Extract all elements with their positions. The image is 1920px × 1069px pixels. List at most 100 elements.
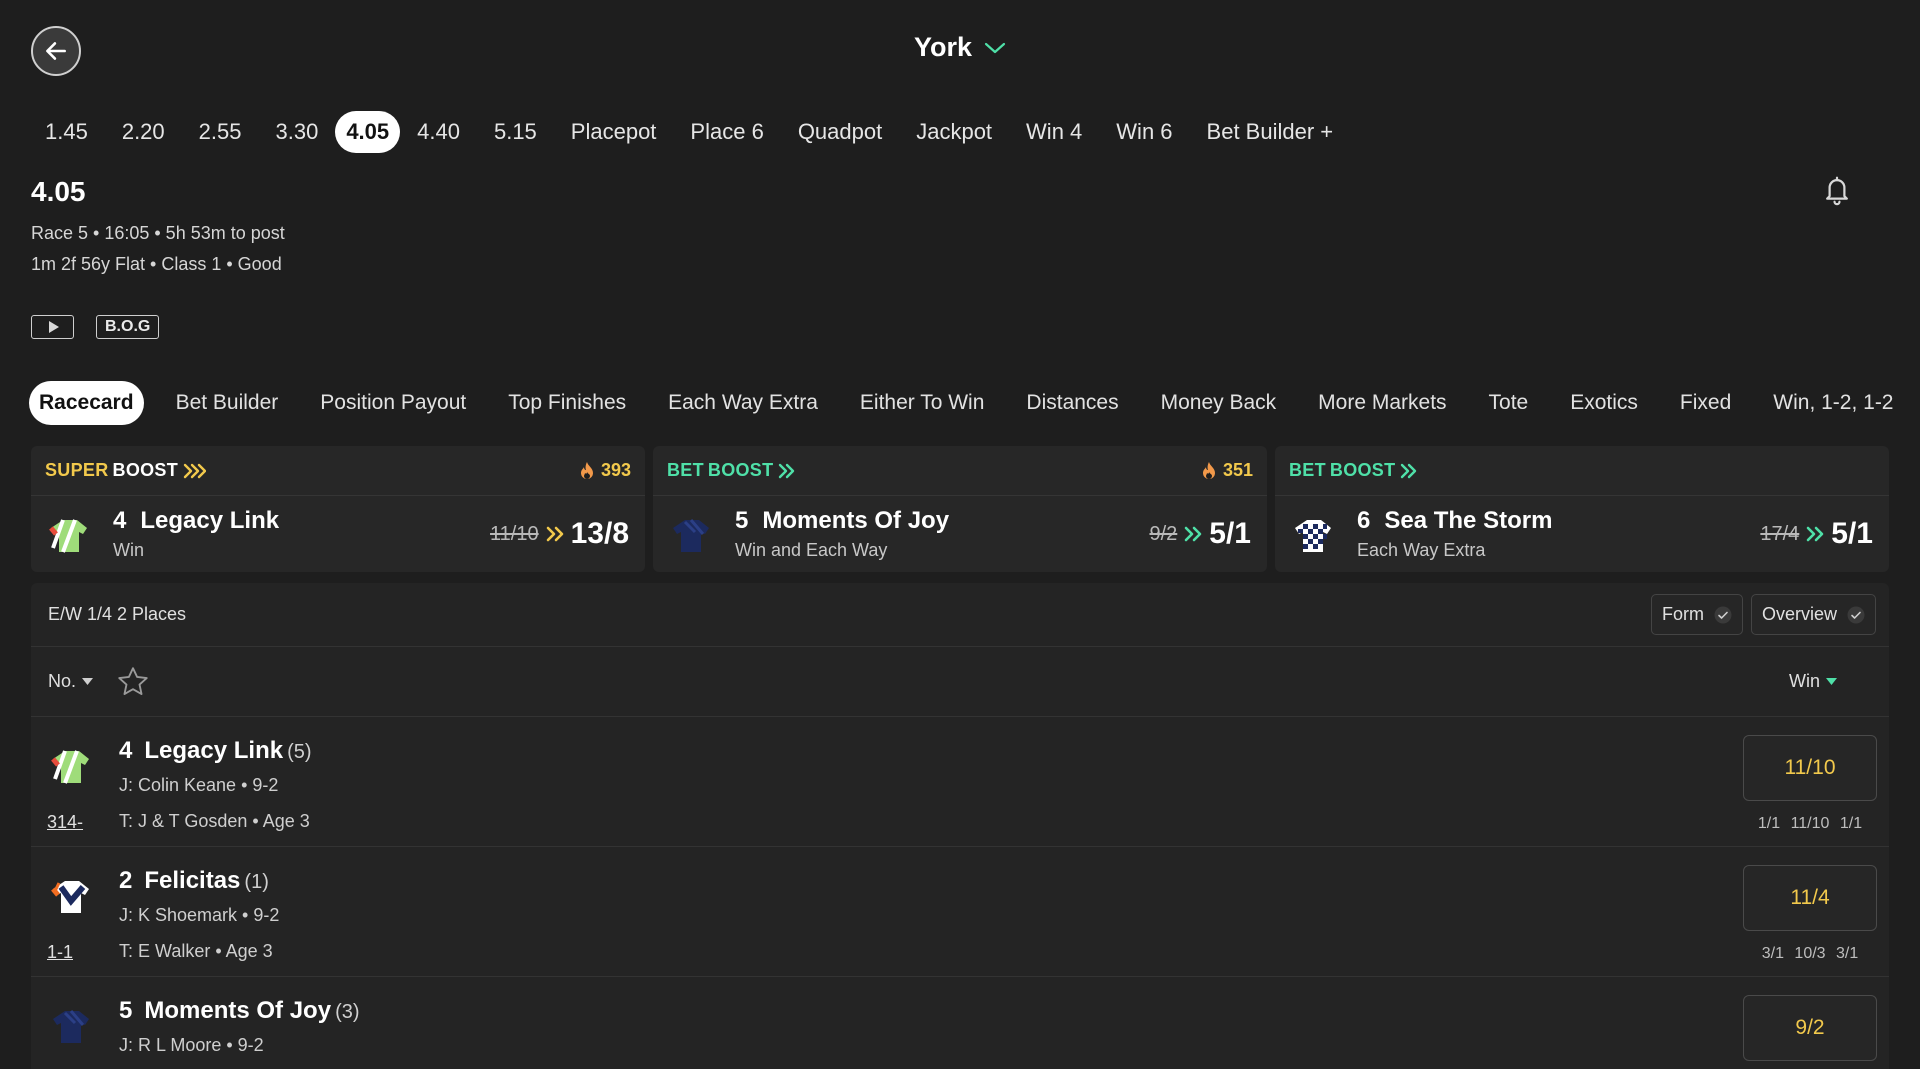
tab-tote[interactable]: Tote [1489, 391, 1529, 415]
tab-win-6[interactable]: Win 6 [1099, 111, 1189, 153]
tab-quadpot[interactable]: Quadpot [781, 111, 899, 153]
boost-label-part1: BET [1289, 460, 1326, 480]
boost-market: Win and Each Way [735, 540, 888, 560]
bell-icon[interactable] [1822, 174, 1852, 211]
venue-dropdown[interactable]: York [0, 32, 1920, 63]
runner-draw: (5) [287, 741, 312, 763]
race-time-tab-active[interactable]: 4.05 [335, 111, 401, 153]
double-chevron-icon [1401, 463, 1417, 478]
caret-down-icon [82, 678, 94, 685]
boost-label: BET BOOST [1289, 460, 1417, 481]
boost-count-value: 351 [1222, 460, 1253, 480]
race-time-tab[interactable]: 3.30 [258, 111, 335, 153]
jockey-silk-icon [1295, 520, 1331, 552]
odds-button[interactable]: 9/2 [1743, 995, 1877, 1061]
tab-top-finishes[interactable]: Top Finishes [508, 391, 626, 415]
sort-label: No. [48, 671, 77, 691]
form-toggle-label: Form [1661, 604, 1704, 624]
boost-old-odds: 17/4 [1760, 522, 1800, 545]
super-boost-card[interactable]: SUPER BOOST 393 4 Legacy Link Win 11/10 [31, 446, 645, 572]
double-chevron-icon [546, 526, 563, 542]
overview-toggle-label: Overview [1761, 604, 1837, 624]
tab-money-back[interactable]: Money Back [1161, 391, 1277, 415]
boost-odds[interactable]: 11/10 13/8 [490, 517, 629, 551]
tab-bet-builder[interactable]: Bet Builder [176, 391, 279, 415]
race-time-tab[interactable]: 5.15 [477, 111, 554, 153]
boost-count: 351 [1201, 460, 1253, 481]
odds-button[interactable]: 11/10 [1743, 735, 1877, 801]
boost-old-odds: 11/10 [490, 522, 539, 545]
boost-runner-name: Legacy Link [140, 507, 280, 534]
bog-badge: B.O.G [96, 315, 160, 339]
runner-draw: (1) [244, 871, 269, 893]
each-way-terms: E/W 1/4 2 Places [48, 604, 187, 624]
race-time-tab[interactable]: 1.45 [28, 111, 105, 153]
boost-label-part2: BOOST [1329, 460, 1396, 480]
boost-label-part2: BOOST [112, 460, 179, 480]
boost-label: SUPER BOOST [45, 460, 207, 481]
jockey-silk-icon [673, 519, 709, 552]
star-icon[interactable] [117, 666, 149, 697]
jockey-silk-icon [49, 519, 87, 553]
runner-trainer: T: E Walker • Age 3 [119, 941, 273, 961]
runner-jockey: J: K Shoemark • 9-2 [119, 905, 280, 925]
form-toggle[interactable]: Form [1650, 594, 1743, 635]
boost-market: Each Way Extra [1357, 540, 1486, 560]
tab-win-1-2[interactable]: Win, 1-2, 1-2 [1773, 391, 1893, 415]
runner-jockey: J: Colin Keane • 9-2 [119, 775, 279, 795]
race-time-tabs: 1.45 2.20 2.55 3.30 4.05 4.40 5.15 Place… [28, 111, 1350, 153]
boost-odds[interactable]: 9/2 5/1 [1149, 517, 1251, 551]
race-info-line-1: Race 5 • 16:05 • 5h 53m to post [31, 223, 285, 243]
tab-win-4[interactable]: Win 4 [1009, 111, 1099, 153]
runner-draw: (3) [335, 1001, 360, 1023]
boost-runner-name: Moments Of Joy [762, 507, 950, 534]
caret-down-icon [1826, 678, 1837, 685]
chevron-down-icon [984, 41, 1006, 55]
tab-position-payout[interactable]: Position Payout [320, 391, 466, 415]
race-info-line-2: 1m 2f 56y Flat • Class 1 • Good [31, 254, 282, 274]
double-chevron-icon [1184, 526, 1202, 542]
boost-count: 393 [579, 460, 631, 481]
double-chevron-icon [1806, 526, 1824, 542]
overview-toggle[interactable]: Overview [1750, 594, 1876, 635]
bet-boost-card[interactable]: BET BOOST 6 Sea The Storm Each Way Extra… [1275, 446, 1889, 572]
race-time-tab[interactable]: 2.20 [105, 111, 182, 153]
odds-button[interactable]: 11/4 [1743, 865, 1877, 931]
price-type-label: Win [1789, 671, 1820, 691]
play-icon [48, 321, 59, 333]
jockey-silk-icon [51, 881, 89, 913]
tab-either-to-win[interactable]: Either To Win [860, 391, 985, 415]
tab-fixed[interactable]: Fixed [1680, 391, 1731, 415]
runner-name[interactable]: Legacy Link [144, 737, 283, 764]
runner-form[interactable]: 1-1 [47, 942, 73, 963]
tab-placepot[interactable]: Placepot [554, 111, 674, 153]
tab-place-6[interactable]: Place 6 [673, 111, 780, 153]
market-tabs: Racecard Bet Builder Position Payout Top… [29, 381, 1920, 425]
previous-odds: 3/1 10/3 3/1 [1761, 945, 1859, 962]
tab-racecard[interactable]: Racecard [29, 381, 144, 425]
tab-more-markets[interactable]: More Markets [1318, 391, 1446, 415]
tab-each-way-extra[interactable]: Each Way Extra [668, 391, 818, 415]
double-chevron-icon [183, 463, 207, 478]
live-stream-button[interactable] [31, 315, 74, 339]
boost-cards: SUPER BOOST 393 4 Legacy Link Win 11/10 [31, 446, 1889, 572]
race-time-tab[interactable]: 4.40 [400, 111, 477, 153]
race-time-tab[interactable]: 2.55 [182, 111, 259, 153]
runner-form[interactable]: 314- [47, 812, 83, 833]
runner-name[interactable]: Felicitas [144, 867, 240, 894]
flame-icon [580, 461, 593, 479]
tab-exotics[interactable]: Exotics [1570, 391, 1638, 415]
boost-label-part1: BET [667, 460, 704, 480]
racecard: E/W 1/4 2 Places Form Overview No. Win 4… [31, 583, 1889, 1069]
bet-boost-card[interactable]: BET BOOST 351 5 Moments Of Joy Win and Ea… [653, 446, 1267, 572]
sort-by-number[interactable]: No. [48, 671, 94, 692]
previous-odds: 1/1 11/10 1/1 [1757, 815, 1863, 832]
tab-bet-builder-plus[interactable]: Bet Builder + [1190, 111, 1351, 153]
tab-distances[interactable]: Distances [1026, 391, 1118, 415]
jockey-silk-icon [53, 1010, 89, 1043]
price-type-dropdown[interactable]: Win [1789, 671, 1837, 692]
boost-odds[interactable]: 17/4 5/1 [1760, 517, 1873, 551]
tab-jackpot[interactable]: Jackpot [899, 111, 1009, 153]
flame-icon [1202, 461, 1215, 479]
runner-name[interactable]: Moments Of Joy [144, 997, 331, 1024]
